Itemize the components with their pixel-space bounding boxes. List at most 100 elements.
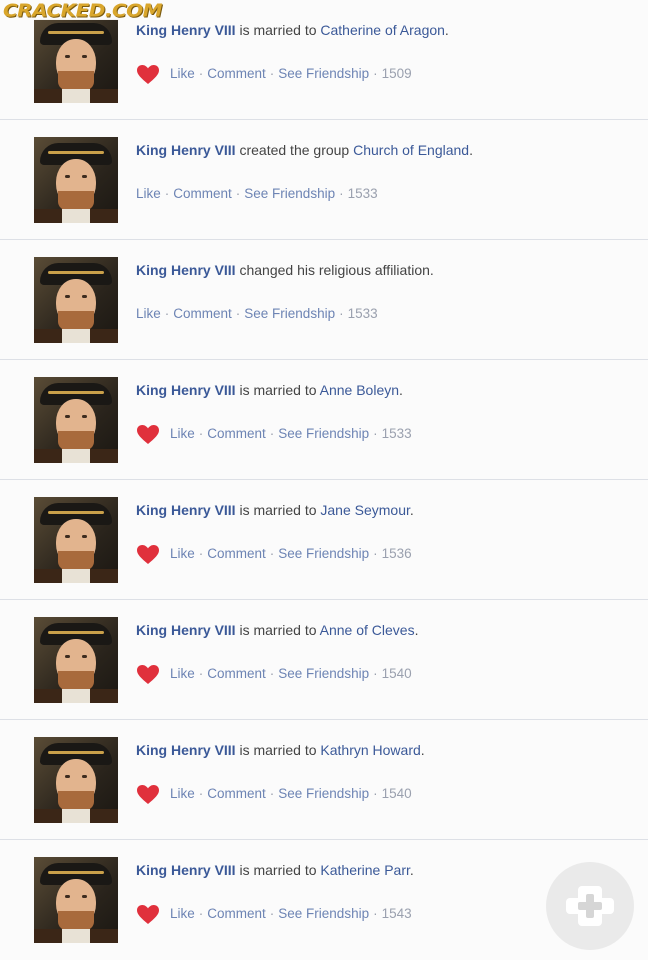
profile-avatar[interactable]: [34, 377, 118, 463]
actor-link[interactable]: King Henry VIII: [136, 862, 236, 878]
see-friendship-link[interactable]: See Friendship: [278, 424, 369, 444]
story-actions: Like · Comment · See Friendship · 1540: [136, 664, 412, 684]
story-verb: is married to: [239, 22, 317, 38]
profile-avatar[interactable]: [34, 257, 118, 343]
comment-link[interactable]: Comment: [173, 304, 232, 324]
actor-link[interactable]: King Henry VIII: [136, 742, 236, 758]
profile-avatar[interactable]: [34, 737, 118, 823]
story-actions: Like · Comment · See Friendship · 1533: [136, 184, 378, 204]
feed-story: King Henry VIII is married to Jane Seymo…: [0, 480, 648, 600]
target-link[interactable]: Anne of Cleves: [320, 622, 415, 638]
story-verb: changed his religious affiliation.: [239, 262, 434, 278]
comment-link[interactable]: Comment: [207, 784, 266, 804]
profile-avatar[interactable]: [34, 137, 118, 223]
plus-icon: [566, 886, 614, 926]
story-actions: Like · Comment · See Friendship · 1543: [136, 904, 412, 924]
story-end-punct: .: [409, 502, 414, 518]
actor-link[interactable]: King Henry VIII: [136, 262, 236, 278]
comment-link[interactable]: Comment: [173, 184, 232, 204]
see-friendship-link[interactable]: See Friendship: [244, 184, 335, 204]
see-friendship-link[interactable]: See Friendship: [278, 544, 369, 564]
story-end-punct: .: [444, 22, 449, 38]
separator-dot: ·: [339, 186, 344, 201]
story-year: 1543: [381, 906, 412, 921]
like-link[interactable]: Like: [170, 784, 195, 804]
story-headline: King Henry VIII is married to Anne of Cl…: [136, 620, 418, 640]
story-headline: King Henry VIII changed his religious af…: [136, 260, 434, 280]
activity-feed: King Henry VIII is married to Catherine …: [0, 0, 648, 960]
separator-dot: ·: [373, 66, 378, 81]
like-link[interactable]: Like: [136, 304, 161, 324]
see-friendship-link[interactable]: See Friendship: [278, 64, 369, 84]
story-end-punct: .: [469, 142, 473, 158]
actor-link[interactable]: King Henry VIII: [136, 622, 236, 638]
like-link[interactable]: Like: [170, 544, 195, 564]
story-verb: created the group: [239, 142, 350, 158]
target-link[interactable]: Katherine Parr: [320, 862, 410, 878]
story-headline: King Henry VIII is married to Jane Seymo…: [136, 500, 414, 520]
story-year: 1536: [381, 546, 412, 561]
story-year: 1540: [381, 786, 412, 801]
separator-dot: ·: [198, 666, 204, 681]
story-verb: is married to: [239, 622, 317, 638]
cracked-watermark: CRACKED.COM: [0, 1, 166, 20]
profile-avatar[interactable]: [34, 17, 118, 103]
actor-link[interactable]: King Henry VIII: [136, 142, 236, 158]
target-link[interactable]: Church of England: [353, 142, 469, 158]
like-link[interactable]: Like: [136, 184, 161, 204]
story-verb: is married to: [239, 862, 317, 878]
story-end-punct: .: [399, 382, 403, 398]
like-link[interactable]: Like: [170, 664, 195, 684]
feed-story: King Henry VIII is married to Anne of Cl…: [0, 600, 648, 720]
separator-dot: ·: [373, 546, 378, 561]
profile-avatar[interactable]: [34, 617, 118, 703]
separator-dot: ·: [269, 426, 275, 441]
story-verb: is married to: [239, 502, 317, 518]
separator-dot: ·: [373, 786, 378, 801]
story-headline: King Henry VIII is married to Catherine …: [136, 20, 449, 40]
see-friendship-link[interactable]: See Friendship: [278, 664, 369, 684]
separator-dot: ·: [235, 186, 241, 201]
separator-dot: ·: [198, 906, 204, 921]
story-year: 1533: [347, 186, 378, 201]
profile-avatar[interactable]: [34, 857, 118, 943]
story-actions: Like · Comment · See Friendship · 1540: [136, 784, 412, 804]
profile-avatar[interactable]: [34, 497, 118, 583]
see-friendship-link[interactable]: See Friendship: [278, 784, 369, 804]
target-link[interactable]: Catherine of Aragon: [320, 22, 445, 38]
separator-dot: ·: [373, 426, 378, 441]
like-link[interactable]: Like: [170, 904, 195, 924]
see-friendship-link[interactable]: See Friendship: [244, 304, 335, 324]
see-friendship-link[interactable]: See Friendship: [278, 904, 369, 924]
actor-link[interactable]: King Henry VIII: [136, 382, 236, 398]
comment-link[interactable]: Comment: [207, 424, 266, 444]
target-link[interactable]: Kathryn Howard: [320, 742, 420, 758]
target-link[interactable]: Anne Boleyn: [320, 382, 399, 398]
story-actions: Like · Comment · See Friendship · 1533: [136, 424, 412, 444]
story-actions: Like · Comment · See Friendship · 1533: [136, 304, 378, 324]
like-link[interactable]: Like: [170, 424, 195, 444]
comment-link[interactable]: Comment: [207, 544, 266, 564]
heart-icon: [136, 424, 162, 444]
separator-dot: ·: [339, 306, 344, 321]
heart-icon: [136, 544, 162, 564]
actor-link[interactable]: King Henry VIII: [136, 502, 236, 518]
floating-action-button[interactable]: [546, 862, 634, 950]
feed-story: King Henry VIII created the group Church…: [0, 120, 648, 240]
separator-dot: ·: [373, 666, 378, 681]
comment-link[interactable]: Comment: [207, 904, 266, 924]
story-actions: Like · Comment · See Friendship · 1536: [136, 544, 412, 564]
separator-dot: ·: [235, 306, 241, 321]
separator-dot: ·: [269, 786, 275, 801]
target-link[interactable]: Jane Seymour: [320, 502, 410, 518]
separator-dot: ·: [269, 546, 275, 561]
comment-link[interactable]: Comment: [207, 664, 266, 684]
story-year: 1533: [347, 306, 378, 321]
story-year: 1509: [381, 66, 412, 81]
comment-link[interactable]: Comment: [207, 64, 266, 84]
actor-link[interactable]: King Henry VIII: [136, 22, 236, 38]
separator-dot: ·: [373, 906, 378, 921]
like-link[interactable]: Like: [170, 64, 195, 84]
story-end-punct: .: [409, 862, 414, 878]
separator-dot: ·: [269, 666, 275, 681]
